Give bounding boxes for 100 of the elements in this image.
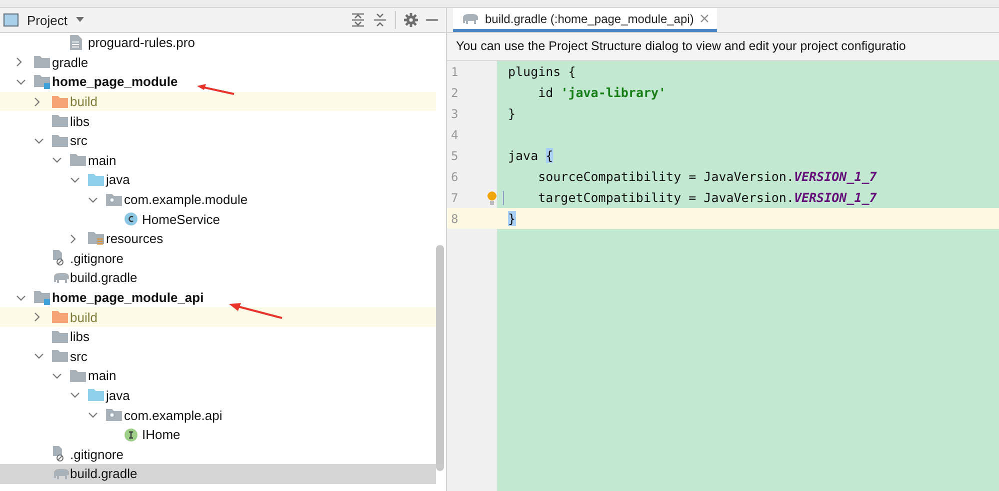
line-number: 2 [450, 86, 460, 100]
code-text: VERSION_1_7 [794, 190, 877, 205]
tree-item[interactable]: home_page_module [0, 72, 436, 92]
ignored-file-icon [52, 446, 66, 462]
folder-icon [52, 134, 68, 147]
package-folder-icon [106, 194, 122, 206]
scrollbar[interactable] [436, 245, 444, 471]
code-text: targetCompatibility = JavaVersion. [537, 190, 794, 205]
tree-item-label: proguard-rules.pro [88, 35, 195, 50]
tree-item[interactable]: HomeService [0, 209, 436, 229]
editor-tab[interactable]: build.gradle (:home_page_module_api) [453, 8, 717, 32]
expanded-chevron-icon[interactable] [34, 138, 44, 144]
notification-bar: You can use the Project Structure dialog to view and edit your project configuratio [447, 33, 999, 61]
folder-icon [52, 96, 68, 108]
tree-item[interactable]: IHome [0, 424, 436, 444]
folder-icon [52, 350, 68, 362]
folder-icon [52, 330, 68, 343]
code-text: } [508, 211, 516, 226]
tree-item[interactable]: build [0, 92, 436, 112]
tree-item-label: build.gradle [70, 466, 138, 482]
expanded-chevron-icon[interactable] [34, 353, 44, 360]
tree-item[interactable]: libs [0, 111, 436, 131]
expanded-chevron-icon[interactable] [88, 196, 98, 203]
tree-item[interactable]: build [0, 307, 436, 327]
code-text: java [508, 148, 540, 163]
text-file-icon [70, 35, 82, 50]
tree-item[interactable]: main [0, 366, 436, 386]
tree-item[interactable]: com.example.api [0, 405, 436, 425]
tree-item[interactable]: .gitignore [0, 444, 436, 464]
collapsed-chevron-icon[interactable] [16, 57, 22, 68]
code-text: plugins [508, 64, 562, 79]
window-icon [3, 13, 19, 27]
code-text: 'java-library' [560, 85, 666, 100]
line-number: 6 [450, 170, 460, 184]
expanded-chevron-icon[interactable] [70, 176, 80, 183]
tree-item-label: com.example.api [124, 408, 222, 423]
interface-icon [124, 428, 138, 442]
code-text: id [537, 85, 554, 100]
expanded-chevron-icon[interactable] [88, 412, 98, 418]
tree-item[interactable]: src [0, 130, 436, 151]
tree-item-label: java [106, 388, 130, 403]
line-number: 3 [450, 106, 460, 120]
tree-item[interactable]: com.example.module [0, 190, 436, 210]
close-icon[interactable] [700, 14, 709, 23]
package-folder-icon [106, 409, 122, 422]
tree-item[interactable]: .gitignore [0, 248, 436, 268]
folder-icon [52, 311, 68, 324]
line-number: 4 [450, 128, 460, 142]
collapse-all-icon[interactable] [373, 13, 387, 27]
tree-item-label: build [70, 310, 98, 325]
tree-item-label: .gitignore [70, 446, 124, 462]
tree-item-label: home_page_module_api [52, 290, 204, 306]
tree-item-label: .gitignore [70, 250, 124, 266]
code-text: sourceCompatibility = JavaVersion. [537, 169, 794, 184]
tree-item[interactable]: src [0, 346, 436, 366]
collapsed-chevron-icon[interactable] [34, 96, 40, 107]
elephant-icon [461, 12, 479, 24]
resources-folder-icon [88, 232, 104, 246]
tree-item[interactable]: build.gradle [0, 268, 436, 288]
expand-all-icon[interactable] [351, 13, 365, 27]
module-folder-icon [34, 74, 50, 89]
tree-item-label: src [70, 133, 88, 148]
tree-item-label: com.example.module [124, 192, 248, 208]
folder-icon [70, 370, 86, 382]
dropdown-caret-icon[interactable] [75, 17, 86, 23]
collapsed-chevron-icon[interactable] [34, 312, 40, 322]
tree-item[interactable]: gradle [0, 52, 436, 72]
code-text: { [568, 64, 576, 79]
tree-item[interactable]: libs [0, 326, 436, 346]
tree-item[interactable]: main [0, 150, 436, 170]
panel-title[interactable]: Project [27, 12, 68, 28]
tree-item[interactable]: resources [0, 228, 436, 249]
tree-item-label: IHome [142, 427, 180, 442]
tree-item-label: java [106, 172, 130, 188]
tree-item[interactable]: proguard-rules.pro [0, 33, 436, 53]
expanded-chevron-icon[interactable] [52, 157, 62, 164]
settings-icon[interactable] [404, 13, 418, 27]
tree-item-label: src [70, 348, 88, 364]
tree-item-label: resources [106, 231, 164, 246]
tree-item[interactable]: java [0, 170, 436, 190]
tree-item-label: main [88, 152, 116, 168]
expanded-chevron-icon[interactable] [52, 372, 62, 379]
lightbulb-icon[interactable] [487, 190, 497, 204]
collapsed-chevron-icon[interactable] [70, 234, 76, 244]
folder-icon [70, 154, 86, 166]
tree-item-label: HomeService [142, 212, 220, 227]
annotation-arrow [196, 83, 236, 97]
tree-item-label: gradle [52, 54, 88, 70]
tree-item[interactable]: home_page_module_api [0, 288, 436, 308]
tree-item-label: main [88, 368, 116, 384]
expanded-chevron-icon[interactable] [16, 78, 26, 85]
code-text: } [508, 106, 516, 121]
expanded-chevron-icon[interactable] [70, 392, 80, 398]
elephant-icon [52, 468, 70, 480]
tree-item[interactable]: java [0, 386, 436, 406]
tree-item[interactable]: build.gradle [0, 464, 436, 484]
annotation-arrow [228, 301, 284, 321]
ignored-file-icon [52, 250, 66, 266]
folder-icon [88, 389, 104, 402]
expanded-chevron-icon[interactable] [16, 294, 26, 301]
